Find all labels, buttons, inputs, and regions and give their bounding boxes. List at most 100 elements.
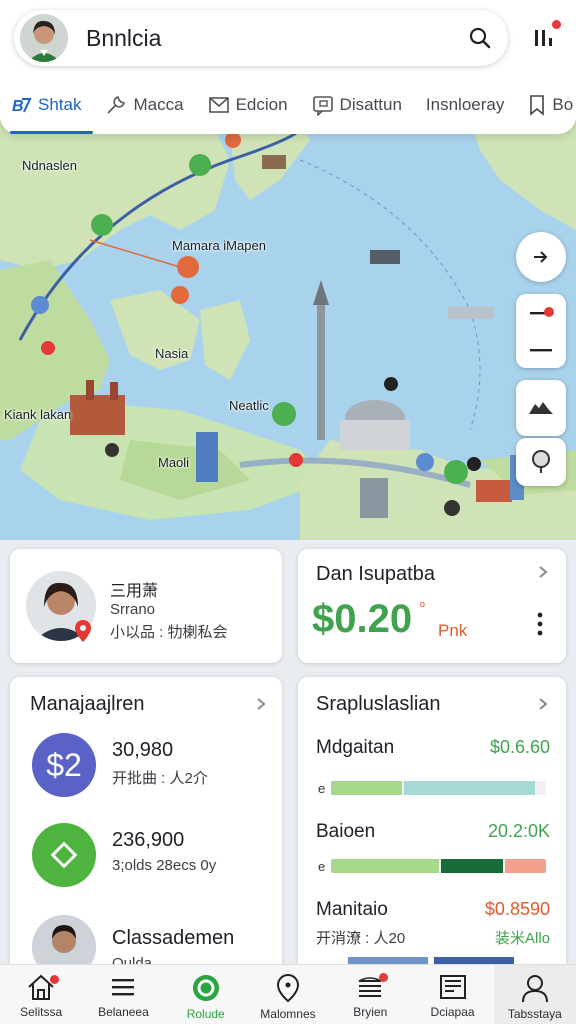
bookmark-icon [530, 95, 545, 116]
stat-row-value: $0.6.60 [489, 737, 550, 757]
nav-item-tabsstaya[interactable]: Tabsstaya [493, 965, 576, 1024]
stat-row-value: 20.2:0K [487, 821, 550, 841]
tab-shtak[interactable]: B Shtak [0, 76, 94, 134]
layers-button[interactable] [516, 380, 566, 436]
zoom-in-button[interactable] [516, 294, 566, 331]
tab-label: Macca [133, 95, 184, 114]
balance-card[interactable]: Dan Isupatba $0.20 º Pnk [298, 549, 566, 663]
nav-item-bryien[interactable]: Bryien [329, 965, 411, 1024]
nav-item-dciapaa[interactable]: Dciapaa [411, 965, 493, 1024]
tab-insnloeray[interactable]: Insnloeray [414, 76, 516, 134]
map-label-nw: Ndnaslen [22, 158, 77, 173]
nav-label: Belaneea [98, 1005, 149, 1019]
stat-row-name: Mdgaitan [316, 737, 395, 758]
stat-row-name: Baioen [316, 821, 376, 842]
bar-prefix: e [318, 780, 326, 796]
map-label-south: Maoli [158, 455, 190, 470]
chevron-right-icon[interactable] [536, 697, 550, 711]
tab-label: Insnloeray [425, 95, 505, 114]
nav-label: Tabsstaya [507, 1007, 562, 1021]
search-icon[interactable] [460, 18, 500, 58]
stats-card[interactable]: Srapluslaslian Mdgaitan $0.6.60 e Baioen… [298, 677, 566, 977]
nav-label: Bryien [353, 1005, 388, 1019]
nav-item-malomnes[interactable]: Malomnes [247, 965, 329, 1024]
menu-bars-icon [535, 30, 552, 46]
tab-label: Edcion [235, 95, 288, 114]
tab-label: Disattun [339, 95, 402, 114]
profile-card[interactable]: 三用萧 Srrano 小以品 : 牞楋私会 [10, 549, 282, 663]
nav-item-belaneea[interactable]: Belaneea [82, 965, 164, 1024]
tab-macca[interactable]: Macca [93, 76, 195, 134]
mail-icon [208, 97, 229, 113]
wrench-icon [107, 96, 126, 114]
chevron-right-icon[interactable] [254, 697, 268, 711]
zoom-controls [516, 294, 566, 368]
balance-amount-value: $0.20 [312, 597, 413, 641]
stat-row-sub-right: 装米Allo [494, 930, 550, 947]
notification-dot [50, 975, 59, 984]
map-view[interactable]: Ndnaslen Mamara iMapen Nasia Kiank lakan… [0, 120, 576, 540]
progress-bar [331, 781, 546, 795]
map-label-center: Nasia [155, 346, 189, 361]
bar-segment [404, 781, 536, 795]
bar-segment [505, 859, 546, 873]
map-label-route: Mamara iMapen [172, 238, 266, 253]
bar-segment [440, 859, 504, 873]
map-label-west: Kiank lakan [4, 407, 72, 422]
search-title: Bnnlcia [86, 24, 162, 51]
more-menu-button[interactable] [522, 18, 566, 58]
tab-label: Bo [552, 95, 574, 114]
message-icon [312, 96, 333, 116]
nav-item-rolude[interactable]: Rolude [165, 965, 247, 1024]
manage-item-sub: 开批曲 : 人2介 [112, 770, 208, 787]
document-icon [439, 975, 466, 999]
chevron-right-icon[interactable] [536, 565, 550, 579]
more-vertical-icon[interactable] [534, 611, 546, 637]
location-dot [544, 307, 554, 317]
location-pin-icon [75, 620, 91, 642]
nav-label: Dciapaa [430, 1005, 475, 1019]
tab-bar: B Shtak Macca Edcion Disattun Insnloeray… [0, 76, 576, 134]
manage-item-value: 236,900 [112, 829, 185, 851]
bottom-navigation: Selitssa Belaneea Rolude Malomnes Bryien… [0, 964, 576, 1024]
tab-edcion[interactable]: Edcion [196, 76, 300, 134]
progress-bar [331, 859, 546, 873]
nav-label: Rolude [186, 1007, 225, 1021]
person-icon [521, 975, 548, 1003]
street-view-button[interactable] [516, 438, 566, 486]
avatar[interactable] [20, 14, 68, 62]
stats-title: Srapluslaslian [316, 693, 441, 715]
balance-suffix: Pnk [438, 621, 468, 640]
menu-icon [112, 979, 135, 996]
bar-segment [331, 859, 439, 873]
profile-role: Srrano [110, 601, 156, 618]
manage-item-value: Classademen [112, 927, 235, 949]
manage-card[interactable]: Manajaajlren $2 30,980 开批曲 : 人2介 236,900… [10, 677, 282, 977]
arrow-right-icon [534, 251, 548, 263]
zoom-out-button[interactable] [516, 331, 566, 368]
terrain-icon [529, 402, 553, 414]
stat-row-bar: e [318, 858, 546, 874]
dollar-badge-text: $2 [46, 746, 82, 783]
bar-prefix: e [318, 858, 326, 874]
bs-logo-icon: B [12, 98, 32, 115]
app-header: Bnnlcia B Shtak Macca Edcion Disattun In… [0, 0, 576, 134]
nav-item-selitssa[interactable]: Selitssa [0, 965, 82, 1024]
search-bar[interactable]: Bnnlcia [14, 10, 508, 66]
dollar-badge-icon: $2 [32, 733, 96, 797]
nav-label: Malomnes [260, 1007, 316, 1021]
stat-row-sub: 开消潦 : 人20 [316, 930, 406, 947]
profile-name: 三用萧 [110, 583, 159, 600]
svg-text:B: B [12, 98, 24, 115]
profile-detail: 小以品 : 牞楋私会 [110, 624, 228, 641]
stat-row-value: $0.8590 [484, 899, 550, 919]
tab-disattun[interactable]: Disattun [300, 76, 414, 134]
tab-label: Shtak [38, 95, 82, 114]
manage-item-value: 30,980 [112, 739, 174, 761]
tab-bo[interactable]: Bo [516, 76, 576, 134]
balance-title: Dan Isupatba [316, 563, 435, 585]
notification-dot [379, 973, 389, 982]
balance-amount: $0.20 [312, 597, 412, 642]
balance-superscript: º [420, 599, 425, 614]
directions-button[interactable] [516, 232, 566, 282]
